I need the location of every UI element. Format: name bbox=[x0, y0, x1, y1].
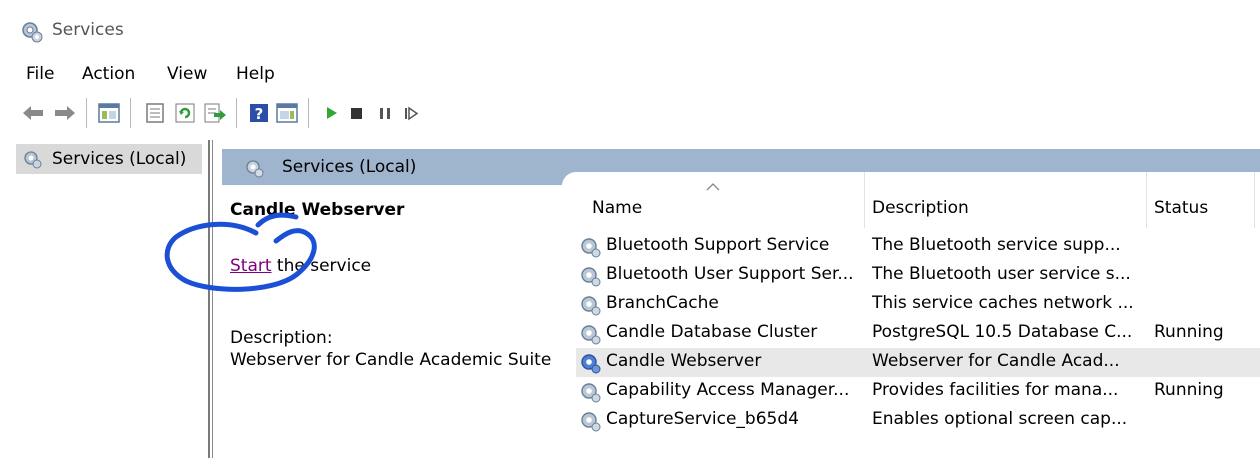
service-description: The Bluetooth service supp... bbox=[872, 235, 1121, 255]
services-pane: Services (Local) Candle Webserver Start … bbox=[218, 140, 1260, 458]
service-description: Webserver for Candle Acad... bbox=[872, 351, 1120, 371]
service-description: The Bluetooth user service s... bbox=[872, 264, 1131, 284]
menu-bar: File Action View Help bbox=[0, 58, 1260, 88]
toolbar-separator bbox=[236, 98, 237, 128]
title-bar: Services bbox=[0, 0, 1260, 58]
description-label: Description: bbox=[230, 328, 333, 348]
column-divider[interactable] bbox=[864, 172, 865, 228]
service-name: BranchCache bbox=[606, 293, 719, 313]
service-row[interactable]: BranchCache This service caches network .… bbox=[576, 290, 1260, 319]
services-gear-icon bbox=[22, 22, 43, 43]
console-tree: Services (Local) bbox=[10, 140, 210, 458]
start-service-line: Start the service bbox=[230, 256, 371, 276]
column-status-label: Status bbox=[1154, 198, 1209, 218]
service-description: This service caches network ... bbox=[872, 293, 1134, 313]
console-tree-icon[interactable] bbox=[96, 100, 122, 126]
help-icon[interactable]: ? bbox=[246, 100, 272, 126]
toolbar: ? bbox=[0, 92, 1260, 132]
service-row[interactable]: Bluetooth Support Service The Bluetooth s… bbox=[576, 232, 1260, 261]
service-status: Running bbox=[1154, 322, 1224, 342]
toolbar-separator bbox=[130, 98, 131, 128]
service-row[interactable]: Bluetooth User Support Ser... The Bluetoo… bbox=[576, 261, 1260, 290]
show-hide-action-pane-icon[interactable] bbox=[274, 100, 300, 126]
service-name: Candle Webserver bbox=[606, 351, 762, 371]
pane-header-title: Services (Local) bbox=[282, 157, 417, 177]
service-row[interactable]: Candle Database Cluster PostgreSQL 10.5 D… bbox=[576, 319, 1260, 348]
service-row[interactable]: Candle Webserver Webserver for Candle Aca… bbox=[576, 348, 1260, 377]
service-gear-icon bbox=[581, 383, 601, 403]
service-title: Candle Webserver bbox=[230, 200, 405, 220]
column-name-label: Name bbox=[592, 198, 643, 218]
export-list-icon[interactable] bbox=[202, 100, 228, 126]
menu-action[interactable]: Action bbox=[82, 64, 135, 84]
service-description: PostgreSQL 10.5 Database C... bbox=[872, 322, 1133, 342]
toolbar-separator bbox=[86, 98, 87, 128]
service-gear-icon bbox=[581, 296, 601, 316]
column-header-description[interactable]: Description bbox=[866, 172, 1142, 228]
service-gear-icon bbox=[581, 325, 601, 345]
service-status: Running bbox=[1154, 380, 1224, 400]
tree-item-services-local[interactable]: Services (Local) bbox=[16, 144, 202, 174]
description-text: Webserver for Candle Academic Suite bbox=[230, 350, 552, 370]
tree-item-label: Services (Local) bbox=[52, 149, 187, 169]
start-service-link[interactable]: Start bbox=[230, 256, 272, 276]
services-list: Name Description Status Bluetooth Suppor… bbox=[562, 172, 1260, 458]
column-divider[interactable] bbox=[1254, 172, 1255, 228]
window-title: Services bbox=[52, 20, 124, 40]
start-service-icon[interactable] bbox=[318, 100, 344, 126]
menu-view[interactable]: View bbox=[167, 64, 207, 84]
service-row[interactable]: Capability Access Manager... Provides fac… bbox=[576, 377, 1260, 406]
menu-help[interactable]: Help bbox=[236, 64, 275, 84]
extended-detail-panel: Candle Webserver Start the service Descr… bbox=[230, 190, 570, 458]
pause-service-icon[interactable] bbox=[372, 100, 398, 126]
back-arrow-icon[interactable] bbox=[20, 100, 46, 126]
service-name: Candle Database Cluster bbox=[606, 322, 818, 342]
service-gear-icon bbox=[581, 267, 601, 287]
services-gear-icon bbox=[246, 160, 264, 178]
start-service-text: the service bbox=[271, 256, 372, 276]
svg-text:?: ? bbox=[255, 105, 264, 123]
service-row[interactable]: CaptureService_b65d4 Enables optional scr… bbox=[576, 406, 1260, 435]
service-name: Bluetooth Support Service bbox=[606, 235, 830, 255]
service-name: Bluetooth User Support Ser... bbox=[606, 264, 854, 284]
column-description-label: Description bbox=[872, 198, 969, 218]
service-description: Enables optional screen cap... bbox=[872, 409, 1128, 429]
services-gear-icon bbox=[24, 151, 42, 169]
sort-ascending-icon bbox=[706, 183, 720, 191]
stop-service-icon[interactable] bbox=[344, 100, 370, 126]
menu-file[interactable]: File bbox=[26, 64, 54, 84]
column-header-name[interactable]: Name bbox=[576, 172, 852, 228]
properties-icon[interactable] bbox=[142, 100, 168, 126]
service-name: Capability Access Manager... bbox=[606, 380, 850, 400]
column-header-status[interactable]: Status bbox=[1148, 172, 1252, 228]
service-gear-icon bbox=[581, 412, 601, 432]
resume-service-icon[interactable] bbox=[398, 100, 424, 126]
forward-arrow-icon[interactable] bbox=[52, 100, 78, 126]
service-description: Provides facilities for mana... bbox=[872, 380, 1119, 400]
toolbar-separator bbox=[308, 98, 309, 128]
service-name: CaptureService_b65d4 bbox=[606, 409, 799, 429]
column-divider[interactable] bbox=[1146, 172, 1147, 228]
service-gear-icon bbox=[581, 238, 601, 258]
refresh-icon[interactable] bbox=[172, 100, 198, 126]
service-gear-icon bbox=[581, 354, 601, 374]
